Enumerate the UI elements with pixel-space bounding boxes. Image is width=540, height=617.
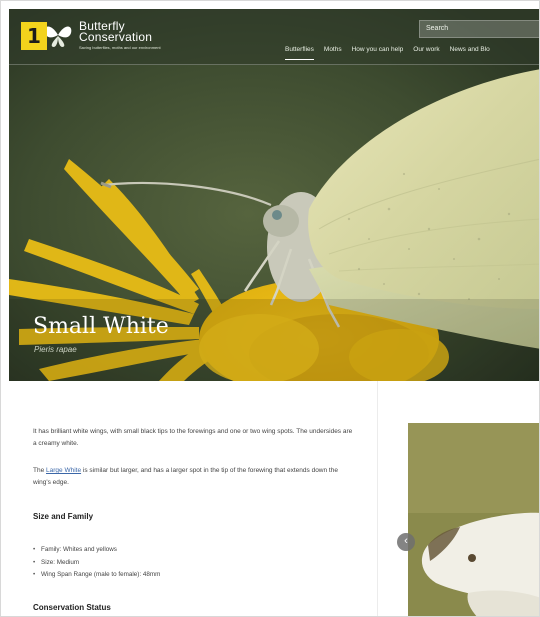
species-description: It has brilliant white wings, with small… bbox=[33, 428, 353, 447]
site-logo[interactable]: Butterfly Conservation Saving butterflie… bbox=[41, 20, 161, 51]
nav-item-our-work[interactable]: Our work bbox=[413, 46, 439, 60]
size-family-heading: Size and Family bbox=[33, 512, 94, 521]
comparison-text: The Large White is similar but larger, a… bbox=[33, 465, 353, 489]
latin-name: Pieris rapae bbox=[34, 345, 77, 354]
species-content: It has brilliant white wings, with small… bbox=[9, 381, 539, 616]
logo-tagline: Saving butterflies, moths and our enviro… bbox=[79, 45, 161, 50]
page-frame: 1 Butterfly Conservation Saving butterfl… bbox=[0, 0, 540, 617]
column-divider bbox=[377, 381, 378, 616]
step-number-badge: 1 bbox=[21, 22, 47, 50]
nav-item-news-and-blog[interactable]: News and Blo bbox=[450, 46, 490, 60]
nav-item-how-you-can-help[interactable]: How you can help bbox=[352, 46, 404, 60]
logo-line-2: Conservation bbox=[79, 30, 153, 44]
nav-item-moths[interactable]: Moths bbox=[324, 46, 342, 60]
fact-wingspan: Wing Span Range (male to female): 48mm bbox=[33, 569, 160, 582]
gallery-photo[interactable] bbox=[408, 423, 539, 616]
logo-text: Butterfly Conservation Saving butterflie… bbox=[79, 20, 161, 51]
chevron-left-icon[interactable]: ‹ bbox=[397, 533, 415, 551]
gallery-butterfly-image bbox=[408, 423, 539, 616]
page-title: Small White bbox=[33, 314, 169, 339]
facts-list: Family: Whites and yellows Size: Medium … bbox=[33, 544, 160, 582]
fact-family: Family: Whites and yellows bbox=[33, 544, 160, 557]
conservation-heading: Conservation Status bbox=[33, 603, 111, 612]
fact-size: Size: Medium bbox=[33, 557, 160, 570]
large-white-link[interactable]: Large White bbox=[46, 467, 81, 474]
main-nav: Butterflies Moths How you can help Our w… bbox=[285, 46, 490, 60]
comparison-prefix: The bbox=[33, 467, 47, 474]
nav-item-butterflies[interactable]: Butterflies bbox=[285, 46, 314, 60]
search-input[interactable]: Search bbox=[419, 20, 539, 38]
nav-divider bbox=[9, 64, 539, 65]
